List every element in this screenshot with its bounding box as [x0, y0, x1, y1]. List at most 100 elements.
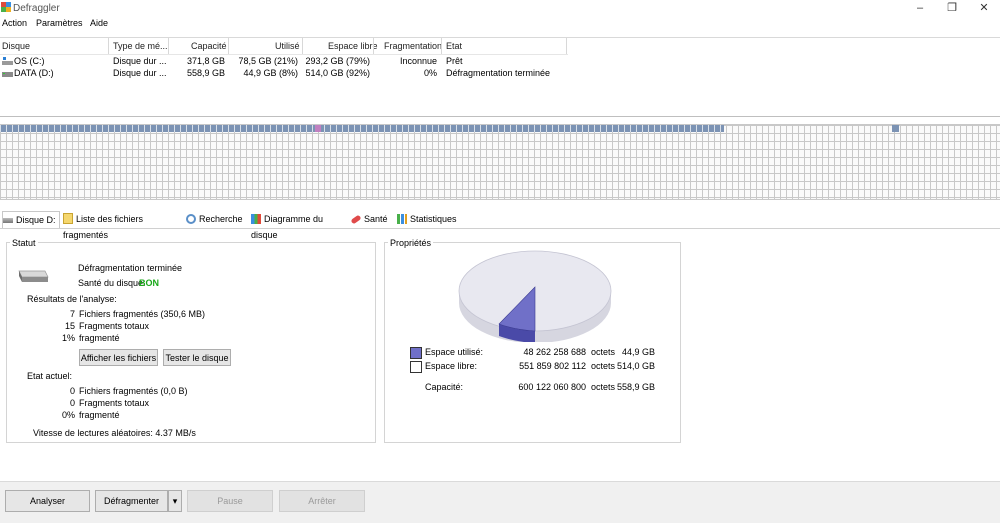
- menu-aide[interactable]: Aide: [90, 18, 108, 28]
- analyze-button[interactable]: Analyser: [5, 490, 90, 512]
- menu-action[interactable]: Action: [2, 18, 27, 28]
- tab-bar: Disque D: Liste des fichiers fragmentés …: [0, 211, 1000, 240]
- legend-free-swatch: [410, 361, 422, 373]
- show-files-button[interactable]: Afficher les fichiers: [79, 349, 158, 366]
- close-icon: ✕: [979, 2, 989, 14]
- drive-icon: [2, 72, 13, 77]
- analysis-value: 1%: [61, 333, 75, 343]
- cluster-map-fragmented-block: [315, 125, 321, 132]
- column-divider[interactable]: [441, 38, 442, 54]
- free-unit: octets: [591, 361, 616, 371]
- maximize-button[interactable]: ❐: [937, 0, 967, 16]
- analysis-title: Résultats de l'analyse:: [27, 294, 117, 304]
- health-value: BON: [139, 278, 159, 288]
- cluster-map-used-block: [892, 125, 899, 132]
- title-bar: Defraggler – ❐ ✕: [0, 0, 1000, 17]
- tab-recherche[interactable]: Recherche: [186, 211, 246, 227]
- hard-drive-icon: [18, 270, 49, 282]
- status-message: Défragmentation terminée: [78, 263, 183, 273]
- defraggler-logo-icon: [1, 2, 11, 12]
- analysis-label: Fichiers fragmentés (350,6 MB): [79, 309, 206, 319]
- analysis-label: Fragments totaux: [79, 321, 150, 331]
- cell-capacite: 558,9 GB: [186, 68, 225, 78]
- column-divider[interactable]: [373, 38, 374, 54]
- test-disk-button[interactable]: Tester le disque: [163, 349, 231, 366]
- folder-icon: [63, 213, 73, 224]
- column-capacite[interactable]: Capacité: [191, 41, 227, 51]
- search-icon: [186, 214, 196, 224]
- free-bytes: 551 859 802 112: [519, 361, 586, 371]
- cell-fragmentation: 0%: [423, 68, 437, 78]
- read-speed: Vitesse de lectures aléatoires: 4.37 MB/…: [33, 428, 196, 438]
- close-button[interactable]: ✕: [969, 0, 999, 16]
- cell-espace-libre: 514,0 GB (92%): [305, 68, 370, 78]
- table-row[interactable]: OS (C:) Disque dur ... 371,8 GB 78,5 GB …: [0, 56, 560, 67]
- column-divider[interactable]: [168, 38, 169, 54]
- used-bytes: 48 262 258 688: [523, 347, 586, 357]
- current-state-title: Etat actuel:: [27, 371, 73, 381]
- current-label: fragmenté: [79, 410, 120, 420]
- cell-disque: OS (C:): [14, 56, 45, 66]
- used-gb: 44,9 GB: [621, 347, 655, 357]
- minimize-icon: –: [916, 2, 924, 14]
- pause-button[interactable]: Pause: [187, 490, 273, 512]
- cell-capacite: 371,8 GB: [186, 56, 225, 66]
- analysis-value: 7: [69, 309, 75, 319]
- cell-type: Disque dur ...: [113, 56, 167, 66]
- tab-diagramme[interactable]: Diagramme du disque: [251, 211, 346, 240]
- current-label: Fichiers fragmentés (0,0 B): [79, 386, 188, 396]
- column-divider[interactable]: [566, 38, 567, 54]
- tab-label: Diagramme du disque: [251, 214, 324, 240]
- dropdown-arrow-icon: ▾: [172, 495, 178, 506]
- health-icon: [350, 214, 362, 225]
- chart-icon: [251, 214, 261, 224]
- tab-label: Disque D:: [16, 215, 56, 225]
- defragment-button[interactable]: Défragmenter: [95, 490, 168, 512]
- tab-fichiers-fragmentes[interactable]: Liste des fichiers fragmentés: [63, 211, 181, 240]
- column-utilise[interactable]: Utilisé: [275, 41, 300, 51]
- defragment-dropdown-button[interactable]: ▾: [168, 490, 182, 512]
- stop-button[interactable]: Arrêter: [279, 490, 365, 512]
- free-label: Espace libre:: [425, 361, 478, 371]
- analysis-value: 15: [64, 321, 75, 331]
- column-etat[interactable]: Etat: [446, 41, 462, 51]
- tab-disque-d[interactable]: Disque D:: [2, 211, 60, 228]
- tab-sante[interactable]: Santé: [350, 211, 393, 227]
- minimize-button[interactable]: –: [905, 0, 935, 16]
- tab-label: Statistiques: [410, 214, 457, 224]
- tab-statistiques[interactable]: Statistiques: [397, 211, 459, 227]
- table-row[interactable]: DATA (D:) Disque dur ... 558,9 GB 44,9 G…: [0, 68, 560, 79]
- column-divider[interactable]: [108, 38, 109, 54]
- column-disque[interactable]: Disque: [2, 41, 30, 51]
- drive-icon: [3, 218, 13, 223]
- legend-used-swatch: [410, 347, 422, 359]
- disk-list: Disque Type de mé... Capacité Utilisé Es…: [0, 37, 1000, 117]
- column-type[interactable]: Type de mé...: [113, 41, 168, 51]
- cell-utilise: 78,5 GB (21%): [238, 56, 298, 66]
- cluster-map-used-blocks: [0, 125, 724, 132]
- statistics-icon: [397, 214, 407, 224]
- column-divider[interactable]: [302, 38, 303, 54]
- menu-parametres[interactable]: Paramètres: [36, 18, 83, 28]
- cluster-map[interactable]: [0, 124, 1000, 200]
- tab-label: Liste des fichiers fragmentés: [63, 214, 144, 240]
- column-fragmentation[interactable]: Fragmentation: [384, 41, 442, 51]
- health-label: Santé du disque:: [78, 278, 146, 288]
- cell-etat: Prêt: [446, 56, 463, 66]
- capacity-label: Capacité:: [425, 382, 464, 392]
- used-unit: octets: [591, 347, 616, 357]
- tab-label: Recherche: [199, 214, 243, 224]
- windows-drive-icon: [2, 57, 13, 65]
- current-value: 0%: [61, 410, 75, 420]
- column-espace-libre[interactable]: Espace libre: [328, 41, 378, 51]
- capacity-gb: 558,9 GB: [616, 382, 655, 392]
- disk-list-header: Disque Type de mé... Capacité Utilisé Es…: [0, 38, 568, 55]
- analysis-label: fragmenté: [79, 333, 120, 343]
- disk-usage-pie-chart: [458, 250, 612, 342]
- current-label: Fragments totaux: [79, 398, 150, 408]
- used-label: Espace utilisé:: [425, 347, 484, 357]
- column-divider[interactable]: [228, 38, 229, 54]
- cell-disque: DATA (D:): [14, 68, 54, 78]
- statut-title: Statut: [10, 238, 38, 248]
- capacity-bytes: 600 122 060 800: [518, 382, 586, 392]
